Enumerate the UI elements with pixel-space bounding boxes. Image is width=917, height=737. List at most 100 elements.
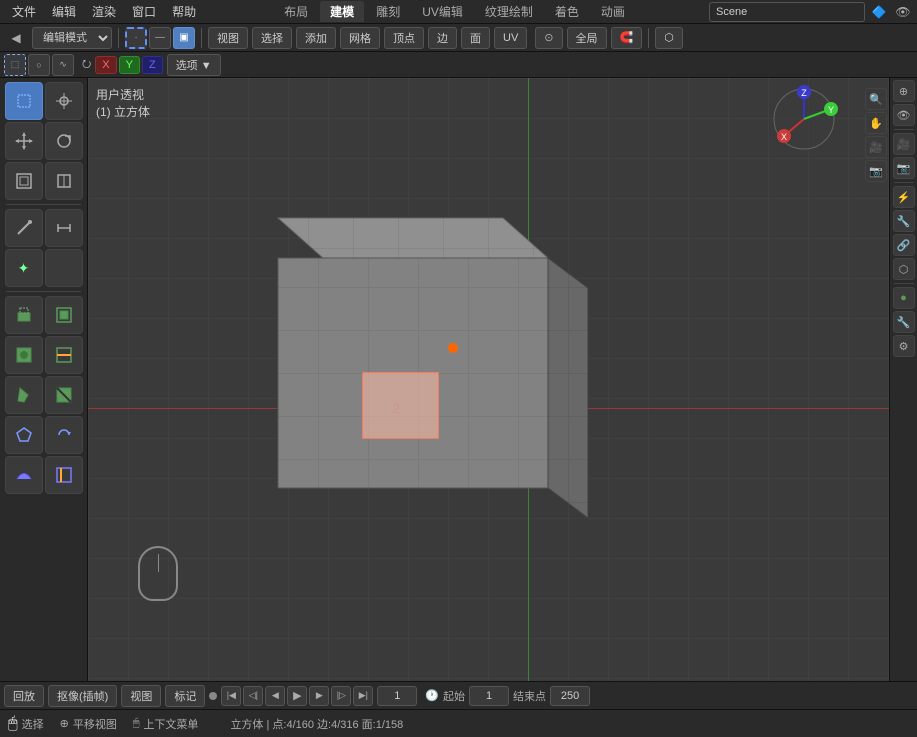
- start-frame-input[interactable]: [469, 686, 509, 706]
- cursor-tool-btn[interactable]: [45, 82, 83, 120]
- header-toolbar: ◀ 编辑模式 · — ▣ 视图 选择 添加 网格 顶点 边 面 UV ⊙ 全局 …: [0, 24, 917, 52]
- poly-build-btn[interactable]: [5, 416, 43, 454]
- menu-window[interactable]: 窗口: [124, 1, 164, 22]
- view-icon[interactable]: 👁: [893, 2, 913, 22]
- tool-props-icon[interactable]: ⊕: [893, 80, 915, 102]
- bevel-btn[interactable]: [5, 336, 43, 374]
- add-mesh-btn[interactable]: ✦: [5, 249, 43, 287]
- object-data-icon[interactable]: ⬡: [893, 258, 915, 280]
- tool-group-3: [2, 162, 85, 200]
- prev-frame-btn[interactable]: ◀: [265, 686, 285, 706]
- object-props-icon[interactable]: ⚙: [893, 335, 915, 357]
- tab-uv[interactable]: UV编辑: [412, 1, 473, 22]
- tab-texture-paint[interactable]: 纹理绘制: [475, 1, 543, 22]
- z-axis-btn[interactable]: Z: [142, 56, 163, 74]
- vertex-menu-btn[interactable]: 顶点: [384, 27, 424, 49]
- transform-tool-btn[interactable]: [45, 162, 83, 200]
- material-icon[interactable]: ●: [893, 287, 915, 309]
- view-menu-btn[interactable]: 视图: [208, 27, 248, 49]
- playback-menu-btn[interactable]: 回放: [4, 685, 44, 707]
- next-frame-btn[interactable]: ▶: [309, 686, 329, 706]
- menu-help[interactable]: 帮助: [164, 1, 204, 22]
- snap-btn[interactable]: 🧲: [611, 27, 643, 49]
- jump-end-btn[interactable]: ▶|: [353, 686, 373, 706]
- rotate-tool-btn[interactable]: [45, 122, 83, 160]
- add-menu-btn[interactable]: 添加: [296, 27, 336, 49]
- interpolation-btn[interactable]: 抠像(插帧): [48, 685, 117, 707]
- box-select-icon[interactable]: ⬚: [4, 54, 26, 76]
- uv-menu-btn[interactable]: UV: [494, 27, 527, 49]
- menu-edit[interactable]: 编辑: [44, 1, 84, 22]
- select-tool-btn[interactable]: [5, 82, 43, 120]
- transform-orient-btn[interactable]: ⬡: [655, 27, 683, 49]
- status-bar: 🖱 选择 ⊕ 平移视图 🖱 上下文菜单 立方体 | 点:4/160 边:4/31…: [0, 709, 917, 737]
- pan-btn[interactable]: ✋: [865, 112, 887, 134]
- menu-render[interactable]: 渲染: [84, 1, 124, 22]
- face-mode-btn[interactable]: ▣: [173, 27, 195, 49]
- constraints-icon[interactable]: 🔗: [893, 234, 915, 256]
- keyframe-indicator[interactable]: [209, 692, 217, 700]
- knife-btn[interactable]: [5, 376, 43, 414]
- vertex-mode-btn[interactable]: ·: [125, 27, 147, 49]
- proportional-label[interactable]: 全局: [567, 27, 607, 49]
- separator-2: [201, 28, 202, 48]
- lasso-select-icon[interactable]: ∿: [52, 54, 74, 76]
- annotate-btn[interactable]: [5, 209, 43, 247]
- select-menu-btn[interactable]: 选择: [252, 27, 292, 49]
- perspective-btn[interactable]: 📷: [865, 160, 887, 182]
- scale-tool-btn[interactable]: [5, 162, 43, 200]
- options-btn[interactable]: 选项 ▼: [167, 54, 221, 76]
- play-btn[interactable]: ▶: [287, 686, 307, 706]
- next-keyframe-btn[interactable]: |▷: [331, 686, 351, 706]
- edge-mode-btn[interactable]: —: [149, 27, 171, 49]
- timeline-toolbar: 回放 抠像(插帧) 视图 标记 |◀ ◁| ◀ ▶ ▶ |▷ ▶| 🕐 起始 结…: [0, 681, 917, 709]
- extrude-btn[interactable]: [5, 296, 43, 334]
- edge-menu-btn[interactable]: 边: [428, 27, 457, 49]
- tab-layout[interactable]: 布局: [274, 1, 318, 22]
- tab-sculpt[interactable]: 雕刻: [366, 1, 410, 22]
- proportional-btn[interactable]: ⊙: [535, 27, 562, 49]
- viewport[interactable]: 2 用户透视 (1) 立方体 Z Y X: [88, 78, 889, 681]
- status-select: 🖱 选择: [8, 715, 44, 733]
- physics-icon[interactable]: 🔧: [893, 210, 915, 232]
- move-tool-btn[interactable]: [5, 122, 43, 160]
- tab-shading[interactable]: 着色: [545, 1, 589, 22]
- bisect-btn[interactable]: [45, 376, 83, 414]
- engine-icon[interactable]: 🔷: [869, 2, 889, 22]
- mode-selector[interactable]: 编辑模式: [32, 27, 112, 49]
- current-frame-input[interactable]: [377, 686, 417, 706]
- prev-keyframe-btn[interactable]: ◁|: [243, 686, 263, 706]
- tool-group-6: [2, 296, 85, 334]
- view-props-icon[interactable]: 👁: [893, 104, 915, 126]
- jump-start-btn[interactable]: |◀: [221, 686, 241, 706]
- zoom-in-btn[interactable]: 🔍: [865, 88, 887, 110]
- empty-btn-1[interactable]: [45, 249, 83, 287]
- timeline-view-btn[interactable]: 视图: [121, 685, 161, 707]
- edge-slide-btn[interactable]: [45, 456, 83, 494]
- tool-group-4: [2, 209, 85, 247]
- face-menu-btn[interactable]: 面: [461, 27, 490, 49]
- modifier-icon[interactable]: 🔧: [893, 311, 915, 333]
- y-axis-btn[interactable]: Y: [119, 56, 140, 74]
- mesh-menu-btn[interactable]: 网格: [340, 27, 380, 49]
- tab-animation[interactable]: 动画: [591, 1, 635, 22]
- scene-selector[interactable]: [709, 2, 865, 22]
- tab-modeling[interactable]: 建模: [320, 1, 364, 22]
- render-props-icon[interactable]: 📷: [893, 157, 915, 179]
- loop-cut-btn[interactable]: [45, 336, 83, 374]
- smooth-btn[interactable]: [5, 456, 43, 494]
- circle-select-icon[interactable]: ○: [28, 54, 50, 76]
- spin-btn[interactable]: [45, 416, 83, 454]
- menu-file[interactable]: 文件: [4, 1, 44, 22]
- tool-group-1: [2, 82, 85, 120]
- inset-btn[interactable]: [45, 296, 83, 334]
- camera-btn[interactable]: 🎥: [865, 136, 887, 158]
- scene-props-icon[interactable]: 🎥: [893, 133, 915, 155]
- particles-icon[interactable]: ⚡: [893, 186, 915, 208]
- mode-icon[interactable]: ◀: [4, 28, 28, 48]
- action-context-label: 上下文菜单: [143, 716, 198, 732]
- end-frame-input[interactable]: [550, 686, 590, 706]
- marker-btn[interactable]: 标记: [165, 685, 205, 707]
- x-axis-btn[interactable]: X: [95, 56, 116, 74]
- measure-btn[interactable]: [45, 209, 83, 247]
